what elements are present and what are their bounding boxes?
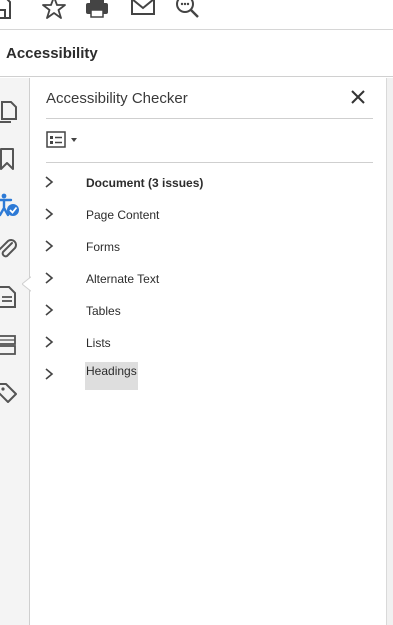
print-icon[interactable] (83, 0, 111, 22)
mail-icon[interactable] (129, 0, 157, 22)
tree-item-tables[interactable]: Tables (31, 298, 371, 324)
accessibility-icon[interactable] (0, 192, 20, 218)
pages-icon[interactable] (0, 98, 20, 124)
star-icon[interactable] (40, 0, 68, 22)
tags-icon[interactable] (0, 380, 20, 406)
tree-item-alternate-text[interactable]: Alternate Text (31, 266, 371, 292)
tree-item-headings[interactable]: Headings (31, 362, 371, 390)
search-icon[interactable] (173, 0, 201, 22)
divider (46, 162, 373, 163)
tree-item-label: Page Content (86, 208, 160, 222)
tree-item-label: Tables (86, 304, 121, 318)
tree-item-label: Forms (86, 240, 120, 254)
divider (46, 118, 373, 119)
tree-item-forms[interactable]: Forms (31, 234, 371, 260)
attachment-icon[interactable] (0, 236, 20, 262)
panel-scrollbar[interactable] (386, 78, 393, 625)
bookmark-icon[interactable] (0, 146, 20, 172)
tree-item-label: Lists (86, 336, 111, 350)
tree-item-label: Alternate Text (86, 272, 160, 286)
chevron-right-icon[interactable] (43, 206, 55, 222)
tree-item-lists[interactable]: Lists (31, 330, 371, 356)
chevron-right-icon[interactable] (43, 270, 55, 286)
tree-item-label: Headings (85, 362, 138, 390)
chevron-right-icon[interactable] (43, 238, 55, 254)
options-menu-button[interactable] (46, 130, 82, 150)
pane-title: Accessibility (6, 45, 98, 62)
left-navigation-rail (0, 78, 32, 625)
tree-item-label: Document (3 issues) (86, 176, 204, 190)
chevron-right-icon[interactable] (43, 334, 55, 350)
close-icon[interactable] (349, 88, 367, 106)
tree-item-page-content[interactable]: Page Content (31, 202, 371, 228)
panel-title: Accessibility Checker (46, 90, 188, 107)
pane-titlebar: Accessibility (0, 31, 393, 77)
save-icon[interactable] (0, 0, 14, 22)
chevron-right-icon[interactable] (43, 366, 55, 382)
chevron-right-icon[interactable] (43, 302, 55, 318)
top-toolbar (0, 0, 393, 30)
accessibility-checker-panel: Accessibility Checker Document (3 issues… (31, 78, 386, 625)
chevron-right-icon[interactable] (43, 174, 55, 190)
layers-icon[interactable] (0, 332, 20, 358)
tree-item-document[interactable]: Document (3 issues) (31, 170, 371, 196)
document-icon[interactable] (0, 284, 20, 310)
options-list-icon (46, 131, 77, 148)
